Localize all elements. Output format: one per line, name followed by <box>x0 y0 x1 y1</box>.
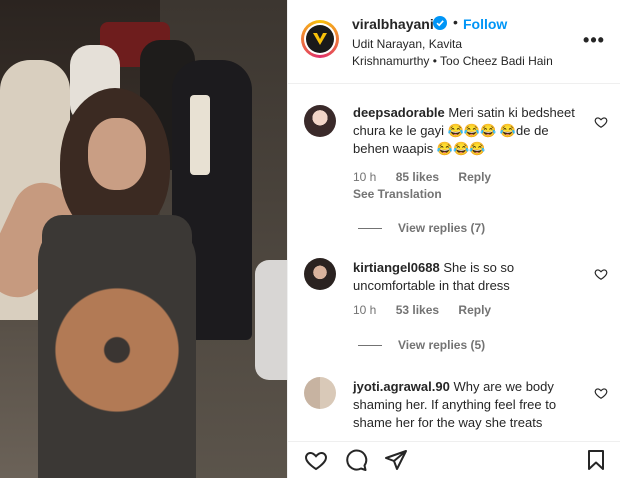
paper-plane-icon[interactable] <box>384 448 408 472</box>
post-username[interactable]: viralbhayani <box>352 16 434 32</box>
comment-meta: 10 h 53 likes Reply <box>353 303 507 317</box>
comment-likes[interactable]: 53 likes <box>396 303 439 317</box>
comment-username[interactable]: kirtiangel0688 <box>353 260 440 275</box>
view-replies-button[interactable]: View replies (7) <box>358 221 485 235</box>
audio-subtitle-line: Udit Narayan, Kavita <box>352 37 463 51</box>
reply-button[interactable]: Reply <box>458 303 491 317</box>
separator-dot: • <box>453 14 458 30</box>
reply-button[interactable]: Reply <box>458 170 491 184</box>
comment-username[interactable]: deepsadorable <box>353 105 445 120</box>
post-media[interactable] <box>0 0 287 478</box>
viral-logo-icon <box>306 25 334 53</box>
comment-username[interactable]: jyoti.agrawal.90 <box>353 379 450 394</box>
comment-likes[interactable]: 85 likes <box>396 170 439 184</box>
dress <box>38 220 196 478</box>
heart-icon[interactable] <box>594 386 608 400</box>
divider-line <box>358 227 382 229</box>
heart-icon[interactable] <box>594 115 608 129</box>
comment-time: 10 h <box>353 170 377 184</box>
see-translation-link[interactable]: See Translation <box>353 187 442 201</box>
post-header: viralbhayani • Follow Udit Narayan, Kavi… <box>288 0 620 84</box>
comment-text: kirtiangel0688 She is so so uncomfortabl… <box>353 259 583 295</box>
heart-icon[interactable] <box>304 448 328 472</box>
audio-subtitle[interactable]: Udit Narayan, Kavita Krishnamurthy • Too… <box>352 36 562 70</box>
view-replies-label: View replies (7) <box>398 221 486 235</box>
comment-text: jyoti.agrawal.90 Why are we body shaming… <box>353 378 583 432</box>
avatar[interactable] <box>301 20 339 58</box>
background-towel <box>190 95 210 175</box>
avatar-ring <box>304 23 336 55</box>
verified-badge-icon <box>433 16 447 30</box>
woman-face <box>88 118 146 190</box>
heart-icon[interactable] <box>594 267 608 281</box>
comment-avatar[interactable] <box>304 377 336 409</box>
comment-text: deepsadorable Meri satin ki bedsheet chu… <box>353 104 583 158</box>
post-actions-bar <box>288 441 620 478</box>
bookmark-icon[interactable] <box>584 448 608 472</box>
more-options-icon[interactable]: ••• <box>583 30 605 50</box>
divider-line <box>358 344 382 346</box>
comment-icon[interactable] <box>344 448 368 472</box>
background-scooter <box>255 260 287 380</box>
post-side-panel: viralbhayani • Follow Udit Narayan, Kavi… <box>287 0 620 478</box>
view-replies-label: View replies (5) <box>398 338 486 352</box>
comments-list: deepsadorable Meri satin ki bedsheet chu… <box>288 85 620 441</box>
comment-avatar[interactable] <box>304 258 336 290</box>
comment-avatar[interactable] <box>304 105 336 137</box>
comment-meta: 10 h 85 likes Reply <box>353 170 507 184</box>
follow-button[interactable]: Follow <box>463 16 507 32</box>
view-replies-button[interactable]: View replies (5) <box>358 338 485 352</box>
comment-time: 10 h <box>353 303 377 317</box>
audio-subtitle-line: Krishnamurthy • Too Cheez Badi Hain <box>352 54 553 68</box>
